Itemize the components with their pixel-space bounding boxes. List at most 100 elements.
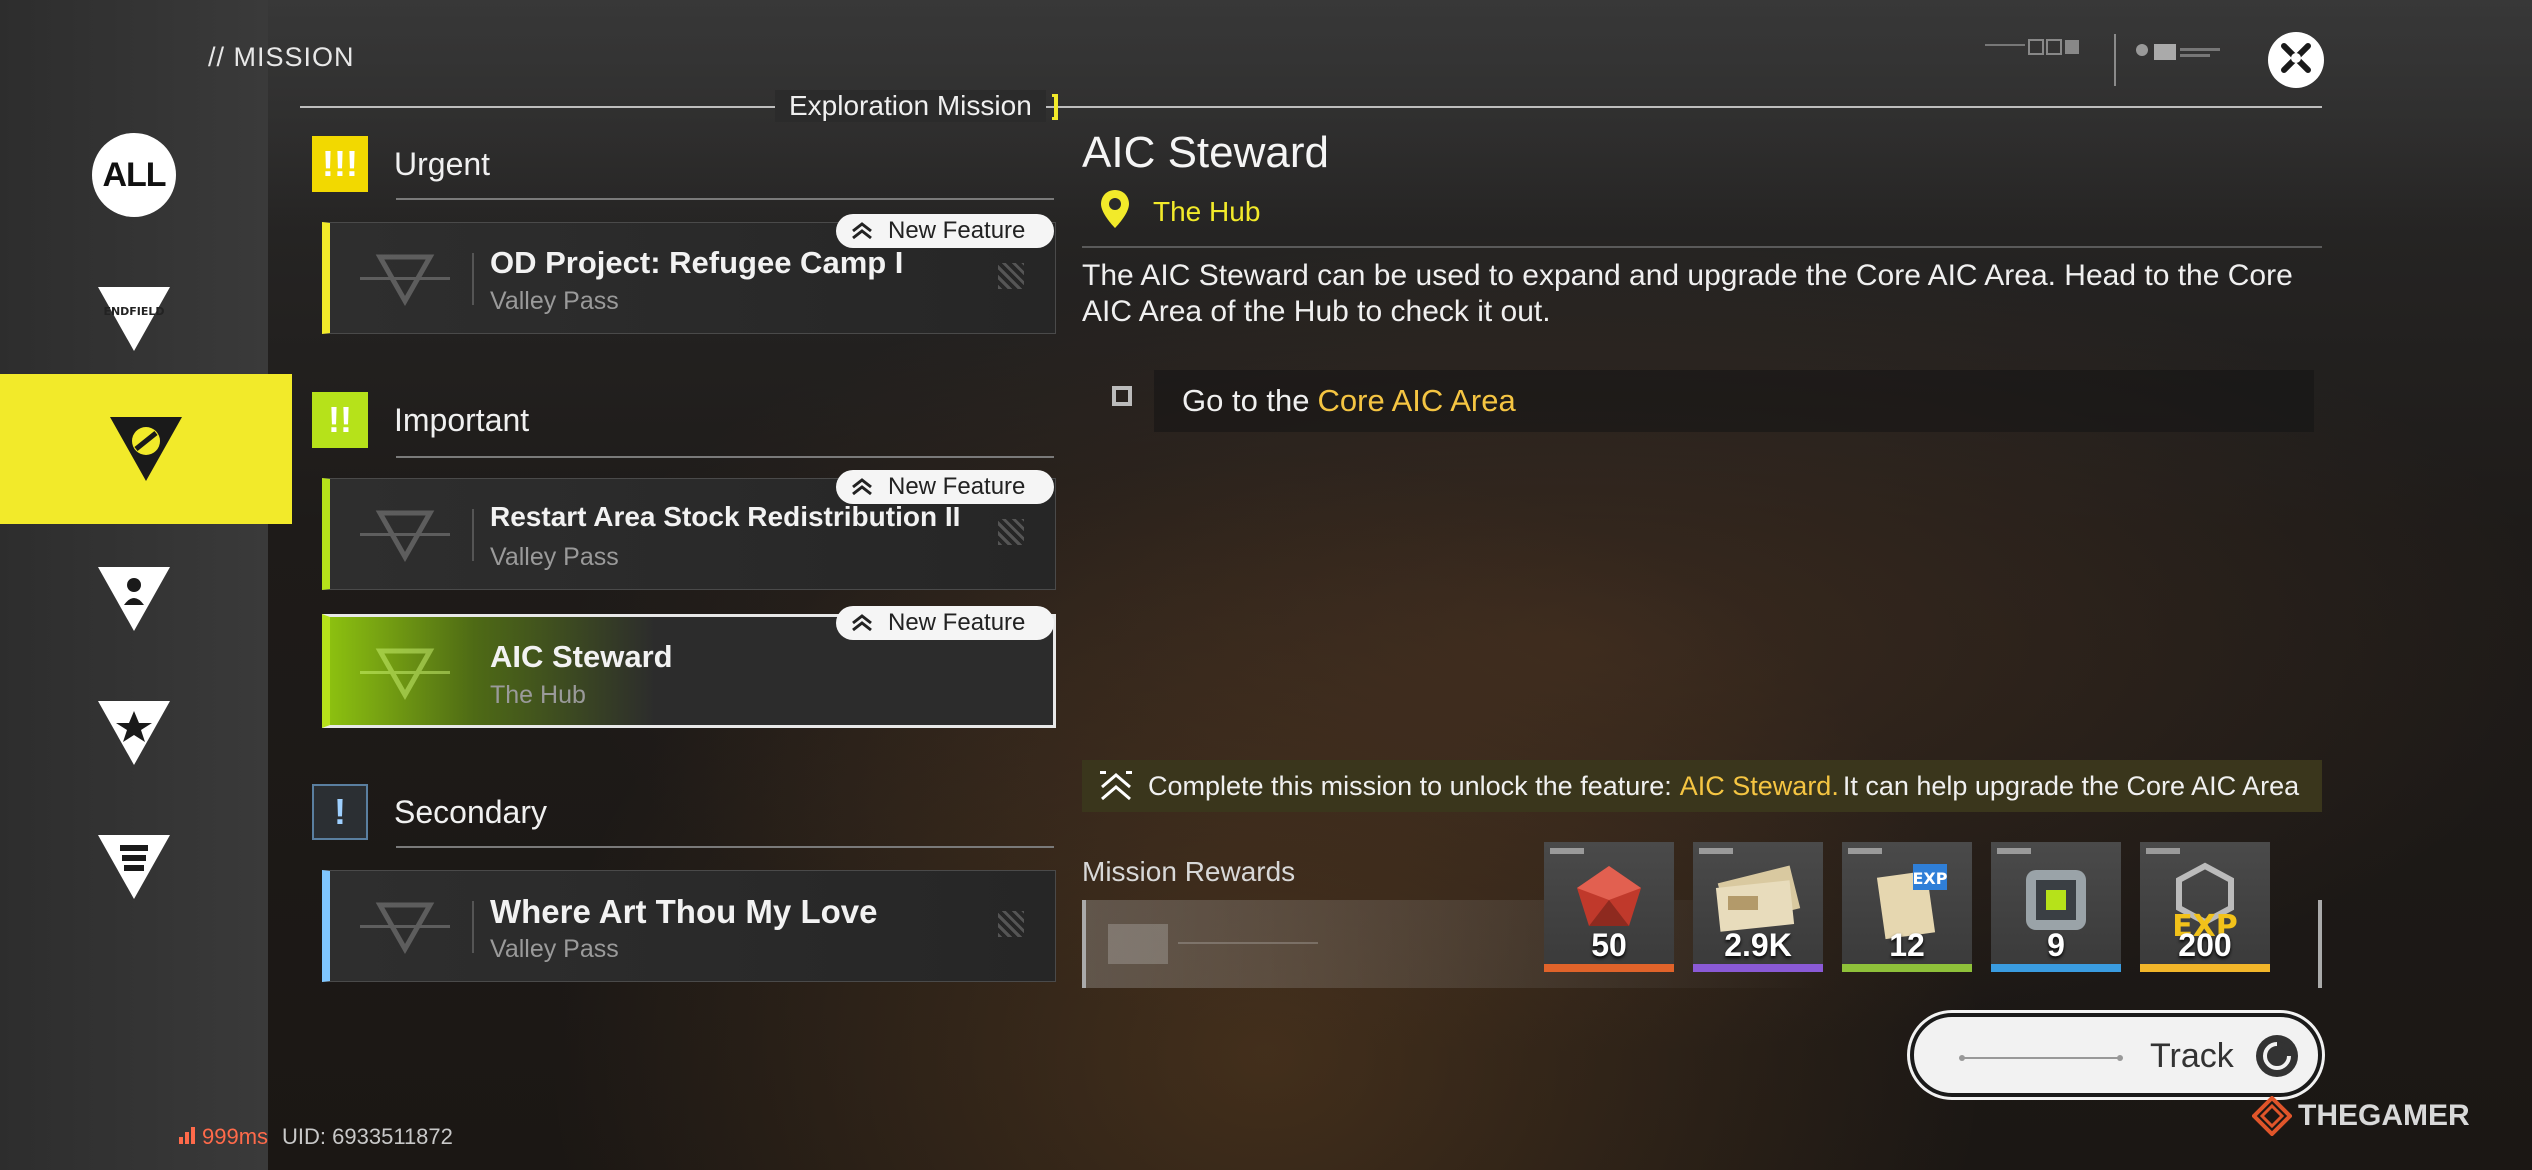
group-label-urgent: Urgent (394, 145, 491, 182)
mission-location: Valley Pass (490, 543, 619, 571)
group-divider (396, 846, 1054, 848)
new-feature-badge: New Feature (836, 606, 1054, 640)
reward-rarity-bar (1842, 964, 1972, 972)
reward-count: 9 (2047, 927, 2065, 963)
tab-exploration-mission[interactable]: Exploration Mission (775, 90, 1046, 122)
track-decoration-line (1959, 1055, 2123, 1061)
mission-title: Restart Area Stock Redistribution II (490, 501, 961, 532)
sidebar-item-star[interactable] (0, 658, 268, 808)
secondary-icon: ! (312, 784, 368, 840)
feature-unlock-banner: Complete this mission to unlock the feat… (1082, 760, 2322, 812)
track-target-icon (2254, 1033, 2300, 1084)
thegamer-logo-icon (2252, 1096, 2292, 1136)
reward-count: 200 (2178, 927, 2232, 963)
reward-tag (1699, 848, 1733, 854)
track-button[interactable]: Track (1910, 1013, 2322, 1097)
group-header-secondary: ! Secondary (312, 784, 547, 840)
objective-row: Go to the Core AIC Area (1154, 370, 2314, 432)
upgrade-chevron-icon (850, 221, 874, 241)
mission-description: The AIC Steward can be used to expand an… (1082, 259, 2293, 328)
sidebar-item-all[interactable]: ALL (0, 100, 268, 250)
upgrade-chevron-icon (850, 477, 874, 497)
reward-tag (2146, 848, 2180, 854)
card-separator (472, 901, 474, 953)
unlock-feature-name: AIC Steward. (1679, 770, 1839, 801)
mission-emblem-icon (360, 251, 450, 312)
endfield-icon: ENDFIELD (94, 283, 174, 355)
group-label-important: Important (394, 401, 530, 438)
signal-icon (178, 1124, 196, 1150)
hud-decoration-right (2134, 40, 2224, 75)
mission-location: The Hub (490, 681, 586, 709)
unlock-text: Complete this mission to unlock the feat… (1148, 770, 1672, 801)
track-label: Track (2150, 1037, 2234, 1075)
upgrade-chevron-icon (850, 613, 874, 633)
sidebar-item-character[interactable] (0, 524, 268, 674)
mission-emblem-icon (360, 645, 450, 706)
group-divider (396, 198, 1054, 200)
topographic-background (0, 0, 2532, 230)
badge-label: New Feature (888, 217, 1026, 244)
hud-decoration (1985, 36, 2095, 71)
objective-checkbox (1112, 386, 1132, 406)
ping-value: 999ms (202, 1124, 269, 1149)
sidebar-item-endfield[interactable]: ENDFIELD (0, 244, 268, 394)
mission-title: OD Project: Refugee Camp I (490, 245, 904, 280)
mission-card-where-art-thou[interactable]: Where Art Thou My Love Valley Pass (322, 870, 1056, 982)
objective-text: Go to the (1182, 383, 1310, 418)
feature-unlock-icon (1098, 769, 1134, 803)
reward-tag (1550, 848, 1584, 854)
group-header-important: !! Important (312, 392, 529, 448)
rewards-label: Mission Rewards (1082, 856, 1296, 887)
card-stripe-decoration (998, 519, 1024, 545)
reward-item[interactable]: EXP 12 (1842, 842, 1972, 972)
header-divider (2114, 34, 2116, 86)
detail-divider (1082, 246, 2322, 248)
all-icon: ALL (92, 133, 176, 217)
reward-rarity-bar (2140, 964, 2270, 972)
mission-emblem-icon (360, 899, 450, 960)
reward-count: 50 (1591, 927, 1627, 963)
sidebar-item-exploration[interactable] (0, 374, 292, 524)
castle-icon (94, 831, 174, 903)
page-title: // MISSION (208, 42, 355, 72)
watermark-text: THEGAMER (2298, 1099, 2470, 1132)
close-button[interactable] (2268, 32, 2324, 88)
new-feature-badge: New Feature (836, 214, 1054, 248)
reward-item[interactable]: 9 (1991, 842, 2121, 972)
reward-box-icon (1108, 918, 1328, 973)
reward-item[interactable]: EXP 200 (2140, 842, 2270, 972)
group-divider (396, 456, 1054, 458)
mission-detail-location: The Hub (1153, 196, 1261, 227)
watermark: THEGAMER (2252, 1096, 2470, 1136)
reward-item[interactable]: 2.9K (1693, 842, 1823, 972)
tab-bracket-decoration (1052, 94, 1058, 120)
reward-rarity-bar (1991, 964, 2121, 972)
mission-detail-title: AIC Steward (1082, 128, 1329, 177)
sidebar-item-event[interactable] (0, 792, 268, 942)
user-uid: UID: 6933511872 (282, 1124, 453, 1149)
badge-label: New Feature (888, 473, 1026, 500)
badge-label: New Feature (888, 609, 1026, 636)
reward-count: 2.9K (1724, 927, 1792, 963)
star-icon (94, 697, 174, 769)
location-pin-icon (1098, 188, 1132, 237)
reward-tag (1997, 848, 2031, 854)
reward-item[interactable]: 50 (1544, 842, 1674, 972)
new-feature-badge: New Feature (836, 470, 1054, 504)
group-header-urgent: !!! Urgent (312, 136, 490, 192)
unlock-description: It can help upgrade the Core AIC Area (1842, 770, 2300, 801)
reward-rarity-bar (1693, 964, 1823, 972)
header-line (300, 106, 2322, 108)
important-icon: !! (312, 392, 368, 448)
mission-title: AIC Steward (490, 639, 673, 674)
reward-count: 12 (1889, 927, 1925, 963)
close-icon (2276, 38, 2316, 83)
status-footer: 999ms UID: 6933511872 (178, 1124, 453, 1150)
group-label-secondary: Secondary (394, 793, 547, 830)
reward-tag (1848, 848, 1882, 854)
mission-title: Where Art Thou My Love (490, 893, 878, 930)
character-icon (94, 563, 174, 635)
card-stripe-decoration (998, 911, 1024, 937)
exploration-icon (106, 413, 186, 485)
